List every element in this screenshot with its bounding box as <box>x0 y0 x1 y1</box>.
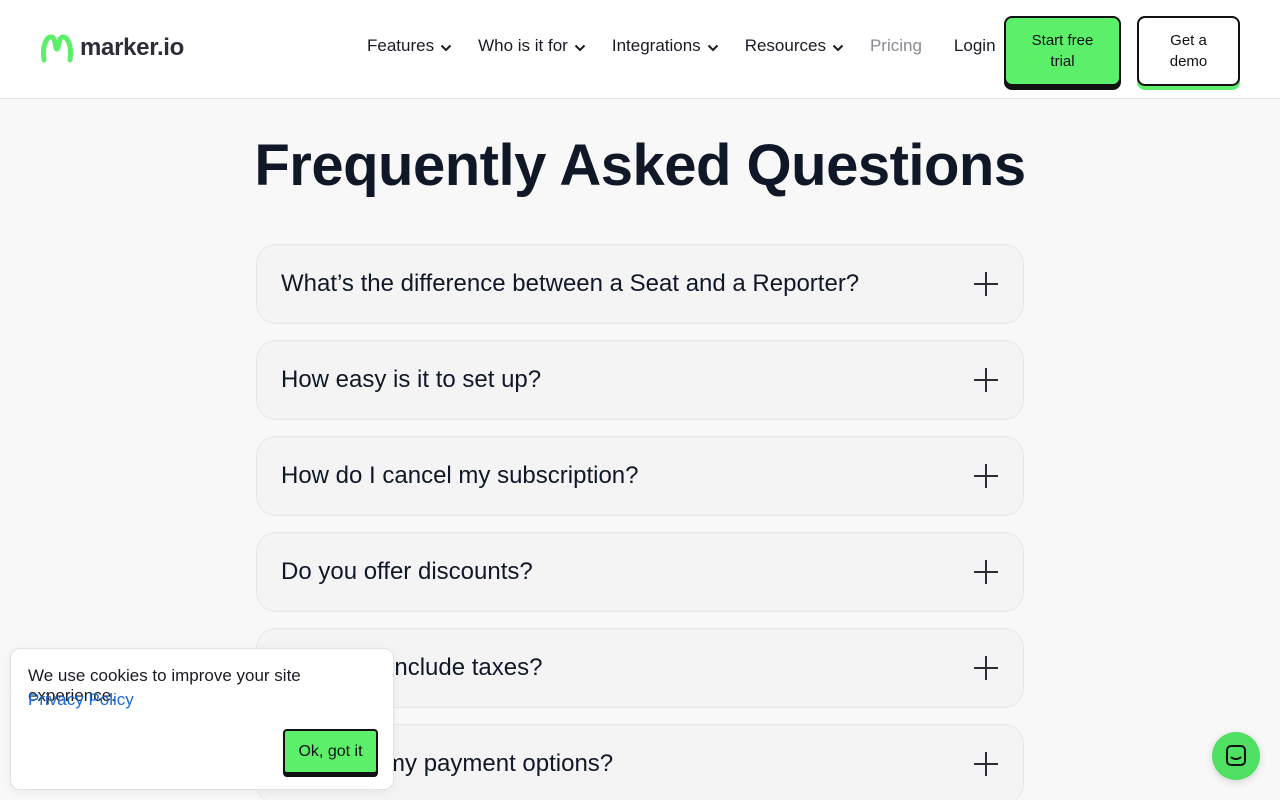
faq-question: How do I cancel my subscription? <box>281 462 639 489</box>
site-header: marker.io Features Who is it for Integra… <box>0 0 1280 99</box>
plus-icon[interactable] <box>974 560 998 584</box>
nav-integrations-label: Integrations <box>611 36 701 55</box>
plus-icon[interactable] <box>974 656 998 680</box>
faq-question: What’s the difference between a Seat and… <box>281 270 860 297</box>
plus-icon[interactable] <box>974 464 998 488</box>
get-a-demo-button[interactable]: Get a demo <box>1137 16 1240 86</box>
chevron-down-icon <box>440 44 452 52</box>
nav-pricing-label: Pricing <box>869 36 922 55</box>
page-title: Frequently Asked Questions <box>254 133 1026 198</box>
chat-launcher[interactable] <box>1212 732 1260 780</box>
nav-features[interactable]: Features <box>367 36 452 56</box>
nav-pricing[interactable]: Pricing <box>870 36 922 56</box>
marker-logo-icon <box>41 34 73 63</box>
nav-resources-label: Resources <box>744 36 826 55</box>
faq-item[interactable]: How do I cancel my subscription? <box>256 436 1024 516</box>
nav-integrations[interactable]: Integrations <box>612 36 719 56</box>
main-nav: Features Who is it for Integrations Reso… <box>367 36 996 56</box>
chevron-down-icon <box>832 44 844 52</box>
plus-icon[interactable] <box>974 752 998 776</box>
faq-question: Do you offer discounts? <box>281 558 533 585</box>
chevron-down-icon <box>574 44 586 52</box>
nav-features-label: Features <box>367 36 435 55</box>
plus-icon[interactable] <box>974 368 998 392</box>
plus-icon[interactable] <box>974 272 998 296</box>
nav-who-is-it-for[interactable]: Who is it for <box>478 36 586 56</box>
logo[interactable]: marker.io <box>40 33 184 63</box>
nav-login[interactable]: Login <box>954 36 996 56</box>
chevron-down-icon <box>707 44 718 52</box>
nav-resources[interactable]: Resources <box>745 36 844 56</box>
chat-bubble-icon <box>1226 745 1246 766</box>
faq-item[interactable]: How easy is it to set up? <box>256 340 1024 420</box>
nav-login-label: Login <box>953 36 996 55</box>
cookie-banner: We use cookies to improve your site expe… <box>10 648 394 790</box>
faq-item[interactable]: What’s the difference between a Seat and… <box>256 244 1024 324</box>
cookie-accept-button[interactable]: Ok, got it <box>283 729 378 774</box>
faq-question: How easy is it to set up? <box>281 366 542 393</box>
start-free-trial-button[interactable]: Start free trial <box>1004 16 1121 86</box>
logo-text: marker.io <box>80 34 185 61</box>
faq-item[interactable]: Do you offer discounts? <box>256 532 1024 612</box>
nav-who-label: Who is it for <box>478 36 568 55</box>
privacy-policy-link[interactable]: Privacy Policy <box>28 690 134 710</box>
